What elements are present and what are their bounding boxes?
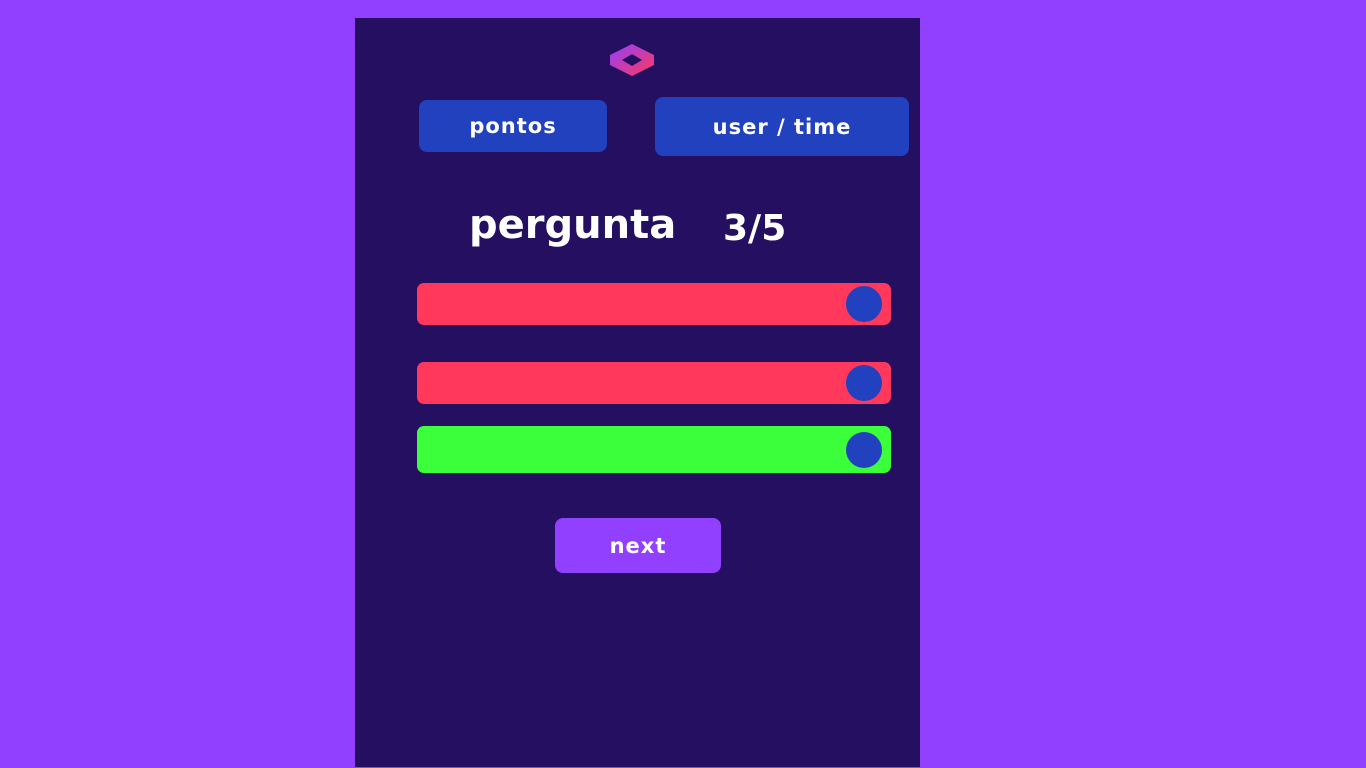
user-team-button-label: user / time bbox=[712, 114, 852, 139]
score-button-label: pontos bbox=[469, 114, 557, 138]
score-button[interactable]: pontos bbox=[419, 100, 607, 152]
next-button[interactable]: next bbox=[555, 518, 721, 573]
answer-option-1[interactable] bbox=[417, 283, 891, 325]
answer-knob-icon bbox=[846, 365, 882, 401]
quiz-panel: pontos user / time pergunta 3/5 next bbox=[355, 18, 920, 767]
question-label: pergunta bbox=[469, 202, 677, 248]
next-button-label: next bbox=[609, 533, 667, 558]
user-team-button[interactable]: user / time bbox=[655, 97, 909, 156]
question-progress: 3/5 bbox=[723, 208, 787, 249]
cube-logo-icon bbox=[610, 44, 654, 76]
answer-option-2[interactable] bbox=[417, 362, 891, 404]
answer-option-3[interactable] bbox=[417, 426, 891, 473]
answer-knob-icon bbox=[846, 286, 882, 322]
answer-knob-icon bbox=[846, 431, 882, 468]
